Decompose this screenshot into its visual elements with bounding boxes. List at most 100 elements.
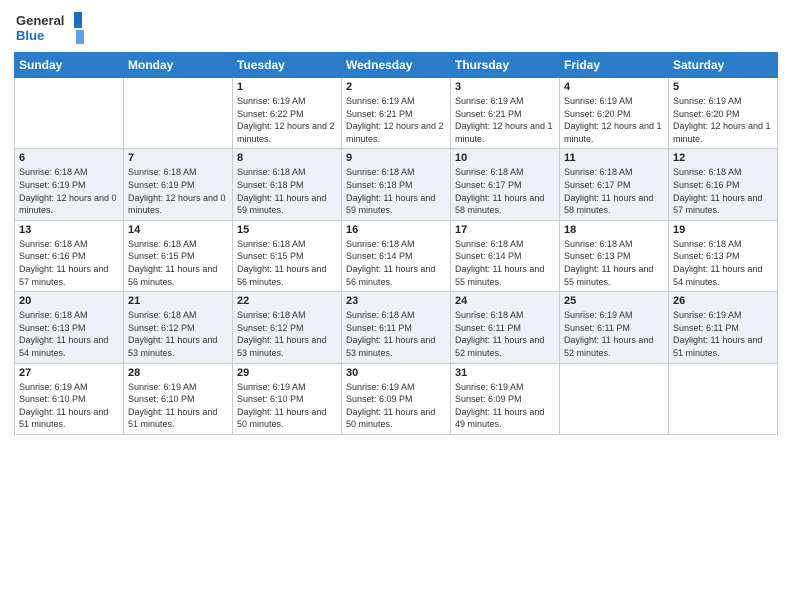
calendar-cell: 19 Sunrise: 6:18 AM Sunset: 6:13 PM Dayli… <box>669 220 778 291</box>
day-info: Sunrise: 6:18 AM Sunset: 6:17 PM Dayligh… <box>564 166 664 216</box>
calendar-cell: 7 Sunrise: 6:18 AM Sunset: 6:19 PM Daylig… <box>124 149 233 220</box>
calendar-cell: 20 Sunrise: 6:18 AM Sunset: 6:13 PM Dayli… <box>15 292 124 363</box>
day-number: 19 <box>673 224 773 236</box>
calendar-cell <box>560 363 669 434</box>
day-number: 26 <box>673 295 773 307</box>
day-number: 5 <box>673 81 773 93</box>
day-info: Sunrise: 6:19 AM Sunset: 6:20 PM Dayligh… <box>673 95 773 145</box>
day-info: Sunrise: 6:18 AM Sunset: 6:16 PM Dayligh… <box>19 238 119 288</box>
calendar-week-1: 1Sunrise: 6:19 AM Sunset: 6:22 PM Daylig… <box>15 78 778 149</box>
calendar-cell: 9 Sunrise: 6:18 AM Sunset: 6:18 PM Daylig… <box>342 149 451 220</box>
day-info: Sunrise: 6:19 AM Sunset: 6:20 PM Dayligh… <box>564 95 664 145</box>
day-number: 7 <box>128 152 228 164</box>
day-number: 28 <box>128 367 228 379</box>
day-info: Sunrise: 6:18 AM Sunset: 6:16 PM Dayligh… <box>673 166 773 216</box>
day-info: Sunrise: 6:18 AM Sunset: 6:11 PM Dayligh… <box>346 309 446 359</box>
day-info: Sunrise: 6:18 AM Sunset: 6:18 PM Dayligh… <box>237 166 337 216</box>
day-number: 15 <box>237 224 337 236</box>
day-number: 31 <box>455 367 555 379</box>
day-number: 6 <box>19 152 119 164</box>
calendar-header-friday: Friday <box>560 53 669 78</box>
logo-svg: General Blue <box>14 10 86 46</box>
calendar-cell: 3Sunrise: 6:19 AM Sunset: 6:21 PM Daylig… <box>451 78 560 149</box>
day-number: 20 <box>19 295 119 307</box>
calendar-header-sunday: Sunday <box>15 53 124 78</box>
calendar-header-saturday: Saturday <box>669 53 778 78</box>
day-number: 14 <box>128 224 228 236</box>
calendar-cell: 12Sunrise: 6:18 AM Sunset: 6:16 PM Dayli… <box>669 149 778 220</box>
calendar-cell: 27 Sunrise: 6:19 AM Sunset: 6:10 PM Dayli… <box>15 363 124 434</box>
calendar-week-3: 13 Sunrise: 6:18 AM Sunset: 6:16 PM Dayli… <box>15 220 778 291</box>
day-number: 9 <box>346 152 446 164</box>
day-number: 11 <box>564 152 664 164</box>
day-info: Sunrise: 6:19 AM Sunset: 6:10 PM Dayligh… <box>237 381 337 431</box>
calendar-cell: 13 Sunrise: 6:18 AM Sunset: 6:16 PM Dayli… <box>15 220 124 291</box>
calendar-cell <box>669 363 778 434</box>
calendar-table: SundayMondayTuesdayWednesdayThursdayFrid… <box>14 52 778 435</box>
day-info: Sunrise: 6:18 AM Sunset: 6:11 PM Dayligh… <box>455 309 555 359</box>
day-info: Sunrise: 6:18 AM Sunset: 6:19 PM Dayligh… <box>19 166 119 216</box>
day-info: Sunrise: 6:18 AM Sunset: 6:13 PM Dayligh… <box>673 238 773 288</box>
calendar-cell <box>15 78 124 149</box>
calendar-header-tuesday: Tuesday <box>233 53 342 78</box>
day-number: 24 <box>455 295 555 307</box>
day-info: Sunrise: 6:19 AM Sunset: 6:10 PM Dayligh… <box>19 381 119 431</box>
day-info: Sunrise: 6:19 AM Sunset: 6:11 PM Dayligh… <box>673 309 773 359</box>
svg-text:General: General <box>16 13 64 28</box>
logo: General Blue <box>14 10 86 46</box>
day-info: Sunrise: 6:19 AM Sunset: 6:22 PM Dayligh… <box>237 95 337 145</box>
calendar-cell: 23 Sunrise: 6:18 AM Sunset: 6:11 PM Dayli… <box>342 292 451 363</box>
day-number: 21 <box>128 295 228 307</box>
calendar-week-2: 6 Sunrise: 6:18 AM Sunset: 6:19 PM Daylig… <box>15 149 778 220</box>
page: General Blue SundayMondayTuesdayWednesda… <box>0 0 792 612</box>
calendar-cell: 14 Sunrise: 6:18 AM Sunset: 6:15 PM Dayli… <box>124 220 233 291</box>
calendar-cell <box>124 78 233 149</box>
day-info: Sunrise: 6:18 AM Sunset: 6:17 PM Dayligh… <box>455 166 555 216</box>
calendar-cell: 11 Sunrise: 6:18 AM Sunset: 6:17 PM Dayli… <box>560 149 669 220</box>
calendar-cell: 6 Sunrise: 6:18 AM Sunset: 6:19 PM Daylig… <box>15 149 124 220</box>
calendar-cell: 29 Sunrise: 6:19 AM Sunset: 6:10 PM Dayli… <box>233 363 342 434</box>
day-number: 22 <box>237 295 337 307</box>
calendar-cell: 24 Sunrise: 6:18 AM Sunset: 6:11 PM Dayli… <box>451 292 560 363</box>
day-number: 2 <box>346 81 446 93</box>
day-number: 29 <box>237 367 337 379</box>
calendar-cell: 21 Sunrise: 6:18 AM Sunset: 6:12 PM Dayli… <box>124 292 233 363</box>
day-number: 4 <box>564 81 664 93</box>
calendar-cell: 15Sunrise: 6:18 AM Sunset: 6:15 PM Dayli… <box>233 220 342 291</box>
day-info: Sunrise: 6:18 AM Sunset: 6:12 PM Dayligh… <box>128 309 228 359</box>
day-info: Sunrise: 6:18 AM Sunset: 6:19 PM Dayligh… <box>128 166 228 216</box>
day-number: 3 <box>455 81 555 93</box>
day-info: Sunrise: 6:19 AM Sunset: 6:09 PM Dayligh… <box>455 381 555 431</box>
day-info: Sunrise: 6:18 AM Sunset: 6:13 PM Dayligh… <box>19 309 119 359</box>
calendar-header-thursday: Thursday <box>451 53 560 78</box>
day-info: Sunrise: 6:19 AM Sunset: 6:21 PM Dayligh… <box>346 95 446 145</box>
day-number: 23 <box>346 295 446 307</box>
day-info: Sunrise: 6:19 AM Sunset: 6:10 PM Dayligh… <box>128 381 228 431</box>
day-number: 18 <box>564 224 664 236</box>
calendar-cell: 28 Sunrise: 6:19 AM Sunset: 6:10 PM Dayli… <box>124 363 233 434</box>
calendar-cell: 10 Sunrise: 6:18 AM Sunset: 6:17 PM Dayli… <box>451 149 560 220</box>
calendar-cell: 26 Sunrise: 6:19 AM Sunset: 6:11 PM Dayli… <box>669 292 778 363</box>
day-number: 17 <box>455 224 555 236</box>
calendar-cell: 30Sunrise: 6:19 AM Sunset: 6:09 PM Dayli… <box>342 363 451 434</box>
calendar-cell: 18Sunrise: 6:18 AM Sunset: 6:13 PM Dayli… <box>560 220 669 291</box>
day-info: Sunrise: 6:18 AM Sunset: 6:14 PM Dayligh… <box>455 238 555 288</box>
day-number: 16 <box>346 224 446 236</box>
day-info: Sunrise: 6:18 AM Sunset: 6:15 PM Dayligh… <box>128 238 228 288</box>
day-info: Sunrise: 6:18 AM Sunset: 6:18 PM Dayligh… <box>346 166 446 216</box>
day-number: 25 <box>564 295 664 307</box>
calendar-header-monday: Monday <box>124 53 233 78</box>
calendar-header-wednesday: Wednesday <box>342 53 451 78</box>
calendar-cell: 4 Sunrise: 6:19 AM Sunset: 6:20 PM Daylig… <box>560 78 669 149</box>
calendar-week-5: 27 Sunrise: 6:19 AM Sunset: 6:10 PM Dayli… <box>15 363 778 434</box>
day-number: 10 <box>455 152 555 164</box>
calendar-cell: 2 Sunrise: 6:19 AM Sunset: 6:21 PM Daylig… <box>342 78 451 149</box>
calendar-cell: 1Sunrise: 6:19 AM Sunset: 6:22 PM Daylig… <box>233 78 342 149</box>
calendar-week-4: 20 Sunrise: 6:18 AM Sunset: 6:13 PM Dayli… <box>15 292 778 363</box>
calendar-cell: 22Sunrise: 6:18 AM Sunset: 6:12 PM Dayli… <box>233 292 342 363</box>
day-number: 13 <box>19 224 119 236</box>
calendar-cell: 5 Sunrise: 6:19 AM Sunset: 6:20 PM Daylig… <box>669 78 778 149</box>
day-number: 27 <box>19 367 119 379</box>
day-info: Sunrise: 6:19 AM Sunset: 6:11 PM Dayligh… <box>564 309 664 359</box>
calendar-cell: 16Sunrise: 6:18 AM Sunset: 6:14 PM Dayli… <box>342 220 451 291</box>
